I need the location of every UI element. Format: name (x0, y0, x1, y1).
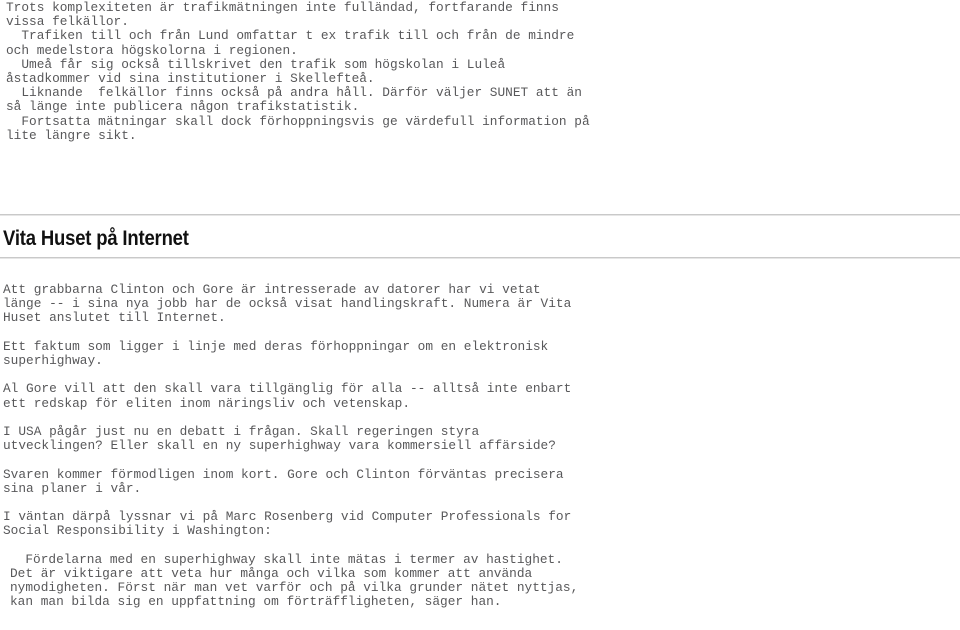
intro-section: Trots komplexiteten är trafikmätningen i… (3, 0, 590, 143)
intro-paragraph: Trots komplexiteten är trafikmätningen i… (6, 0, 590, 143)
heading-rule-bottom (0, 257, 960, 259)
article-paragraph-2: Ett faktum som ligger i linje med deras … (3, 338, 549, 368)
article-paragraph-6: I väntan därpå lyssnar vi på Marc Rosenb… (3, 509, 572, 539)
article-body: Att grabbarna Clinton och Gore är intres… (3, 282, 953, 610)
article-paragraph-4: I USA pågår just nu en debatt i frågan. … (3, 423, 556, 454)
document-page: Trots komplexiteten är trafikmätningen i… (0, 0, 960, 630)
article-paragraph-1: Att grabbarna Clinton och Gore är intres… (3, 282, 572, 326)
heading-rule-top (0, 214, 960, 216)
page-title: Vita Huset på Internet (3, 227, 189, 250)
article-blockquote: Fördelarna med en superhighway skall int… (10, 551, 579, 610)
article-paragraph-5: Svaren kommer förmodligen inom kort. Gor… (3, 466, 564, 496)
article-paragraph-3: Al Gore vill att den skall vara tillgäng… (3, 381, 572, 411)
